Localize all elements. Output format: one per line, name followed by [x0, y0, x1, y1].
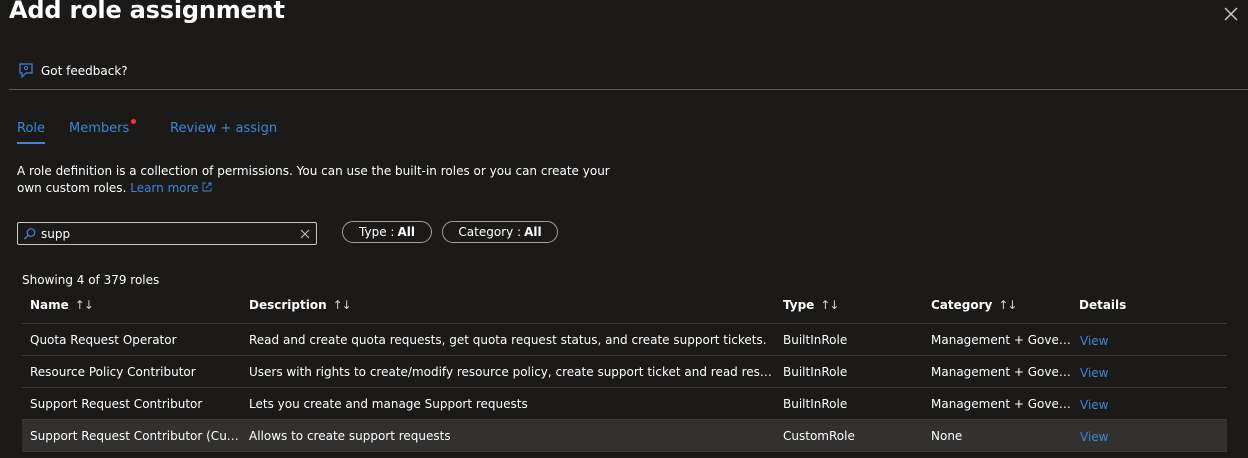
column-header-category[interactable]: Category ↑↓: [931, 298, 1017, 312]
learn-more-link[interactable]: Learn more: [130, 181, 212, 195]
column-header-name[interactable]: Name ↑↓: [30, 298, 94, 312]
role-category: Management + Gover...: [931, 333, 1071, 347]
view-link[interactable]: View: [1080, 334, 1108, 348]
category-filter-button[interactable]: Category : All: [442, 221, 558, 243]
column-header-label: Category: [931, 298, 993, 312]
active-tab-indicator: [17, 142, 45, 144]
column-header-label: Type: [783, 298, 815, 312]
sort-icon: ↑↓: [332, 298, 352, 312]
tab-role[interactable]: Role: [17, 121, 45, 136]
table-row[interactable]: Resource Policy Contributor Users with r…: [22, 355, 1227, 387]
close-icon[interactable]: [1222, 5, 1240, 23]
tab-review-assign[interactable]: Review + assign: [170, 121, 277, 136]
view-link[interactable]: View: [1080, 366, 1108, 380]
required-dot: [131, 119, 136, 124]
role-description: Allows to create support requests: [249, 429, 451, 443]
role-category: Management + Gover...: [931, 365, 1071, 379]
feedback-link[interactable]: Got feedback?: [17, 62, 128, 80]
role-description: Lets you create and manage Support reque…: [249, 397, 528, 411]
role-type: BuiltInRole: [783, 397, 848, 411]
external-link-icon: [203, 182, 212, 192]
role-name: Support Request Contributor (Cust...: [30, 429, 240, 443]
tab-members[interactable]: Members: [69, 121, 129, 136]
search-icon: [24, 227, 36, 239]
table-row[interactable]: Support Request Contributor Lets you cre…: [22, 387, 1227, 419]
sort-icon: ↑↓: [820, 298, 839, 312]
search-input[interactable]: [41, 226, 281, 241]
role-type: BuiltInRole: [783, 333, 848, 347]
role-name: Resource Policy Contributor: [30, 365, 196, 379]
role-description: Users with rights to create/modify resou…: [249, 365, 776, 379]
divider: [9, 89, 1248, 90]
column-header-details: Details: [1079, 298, 1126, 312]
role-type: BuiltInRole: [783, 365, 848, 379]
sort-icon: ↑↓: [998, 298, 1017, 312]
roles-table: Quota Request Operator Read and create q…: [22, 323, 1227, 452]
role-type: CustomRole: [783, 429, 855, 443]
role-category: None: [931, 429, 963, 443]
page-title: Add role assignment: [9, 0, 285, 24]
role-category: Management + Gover...: [931, 397, 1071, 411]
type-filter-label: Type :: [359, 225, 395, 239]
feedback-icon: [19, 63, 33, 79]
sort-icon: ↑↓: [74, 298, 94, 312]
role-name: Quota Request Operator: [30, 333, 177, 347]
table-row[interactable]: Quota Request Operator Read and create q…: [22, 323, 1227, 355]
learn-more-label: Learn more: [130, 181, 199, 195]
results-count: Showing 4 of 379 roles: [22, 273, 160, 287]
search-box[interactable]: [17, 222, 317, 245]
description-text: A role definition is a collection of per…: [17, 164, 610, 195]
category-filter-value: All: [524, 225, 542, 239]
column-header-label: Description: [249, 298, 327, 312]
role-name: Support Request Contributor: [30, 397, 203, 411]
view-link[interactable]: View: [1080, 398, 1108, 412]
column-header-description[interactable]: Description ↑↓: [249, 298, 352, 312]
more-options-button[interactable]: ···: [258, 2, 274, 18]
category-filter-label: Category :: [458, 225, 522, 239]
view-link[interactable]: View: [1080, 430, 1108, 444]
type-filter-value: All: [397, 225, 415, 239]
column-header-label: Details: [1079, 298, 1127, 312]
role-description: Read and create quota requests, get quot…: [249, 333, 767, 347]
feedback-label: Got feedback?: [41, 64, 128, 78]
clear-icon[interactable]: [300, 229, 310, 239]
table-row-selected[interactable]: Support Request Contributor (Cust... All…: [22, 419, 1227, 452]
column-header-label: Name: [30, 298, 69, 312]
role-description: A role definition is a collection of per…: [17, 163, 637, 197]
type-filter-button[interactable]: Type : All: [342, 221, 432, 243]
column-header-type[interactable]: Type ↑↓: [783, 298, 839, 312]
